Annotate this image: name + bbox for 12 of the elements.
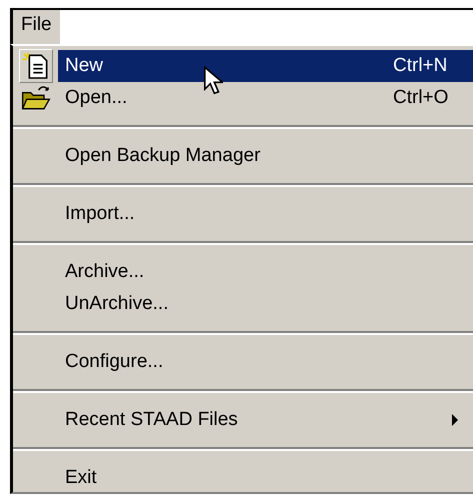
menu-item[interactable]: Recent STAAD Files: [58, 404, 473, 436]
new-document-icon: [18, 49, 52, 83]
menu-item[interactable]: Open... Ctrl+O: [58, 82, 473, 114]
menu-item[interactable]: Archive...: [58, 256, 473, 288]
mouse-pointer-icon: [203, 66, 223, 96]
menu-item[interactable]: Import...: [58, 198, 473, 230]
menu-item[interactable]: UnArchive...: [58, 288, 473, 320]
menu-item[interactable]: Configure...: [58, 346, 473, 378]
menu-item[interactable]: Open Backup Manager: [58, 140, 473, 172]
menu-item[interactable]: New Ctrl+N: [58, 50, 473, 82]
menu-item[interactable]: Exit: [58, 462, 473, 494]
menu-title[interactable]: File: [13, 10, 60, 44]
